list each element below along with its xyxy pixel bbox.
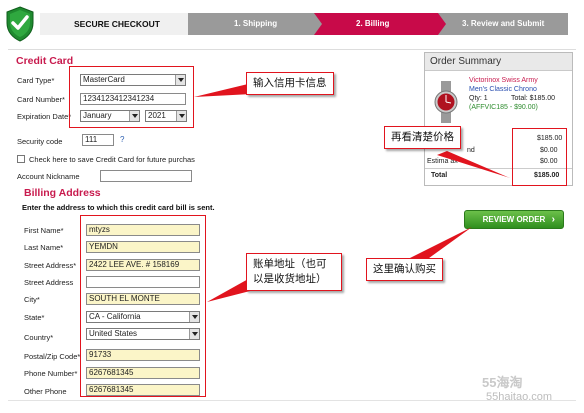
arrow-card-info (194, 84, 252, 97)
price-highlight (512, 128, 567, 186)
arrow-right-icon: › (551, 214, 555, 225)
city-label: City* (24, 295, 40, 304)
product-total: Total: $185.00 (511, 95, 555, 102)
country-label: Country* (24, 333, 54, 342)
shipping-label: nd (467, 147, 475, 154)
step-review-submit[interactable]: 3. Review and Submit (438, 13, 568, 35)
expiration-label: Expiration Date* (17, 112, 72, 121)
total-label: Total (431, 172, 448, 179)
step-billing[interactable]: 2. Billing (314, 13, 438, 35)
step-shipping[interactable]: 1. Shipping (188, 13, 314, 35)
security-help-link[interactable]: ? (120, 135, 124, 144)
nickname-label: Account Nickname (17, 172, 80, 181)
card-number-label: Card Number* (17, 95, 65, 104)
callout-card-info: 输入信用卡信息 (246, 72, 334, 95)
checkout-steps: SECURE CHECKOUT 1. Shipping 2. Billing 3… (40, 13, 568, 35)
callout-price-check: 再看清楚价格 (384, 126, 461, 149)
save-card-label: Check here to save Credit Card for futur… (29, 155, 195, 164)
secure-checkout-title: SECURE CHECKOUT (40, 13, 188, 35)
phone-number-label: Phone Number* (24, 369, 78, 378)
save-card-checkbox[interactable] (17, 155, 25, 163)
review-order-button[interactable]: REVIEW ORDER › (464, 210, 564, 229)
checkout-header: SECURE CHECKOUT 1. Shipping 2. Billing 3… (0, 0, 584, 48)
last-name-label: Last Name* (24, 243, 64, 252)
secure-shield-icon (6, 6, 34, 42)
order-summary-header: Order Summary (425, 53, 572, 71)
billing-highlight (80, 215, 206, 397)
product-code: (AFFVIC185 - $90.00) (469, 104, 538, 111)
watermark-brand: 55海淘 (482, 375, 523, 390)
nickname-input[interactable] (100, 170, 192, 182)
callout-billing-address: 账单地址（也可以是收货地址） (246, 253, 342, 291)
tax-label: Estima ax (427, 158, 458, 165)
card-info-highlight (69, 66, 194, 128)
security-code-label: Security code (17, 137, 63, 146)
watch-product-icon (434, 81, 458, 123)
credit-card-title: Credit Card (16, 55, 74, 67)
postal-code-label: Postal/Zip Code* (24, 352, 81, 361)
first-name-label: First Name* (24, 226, 64, 235)
product-qty: Qty: 1 (469, 95, 488, 102)
security-code-input[interactable]: 111 (82, 134, 114, 146)
header-divider (8, 49, 576, 50)
state-label: State* (24, 313, 45, 322)
watermark-site: 55haitao.com (486, 391, 553, 403)
other-phone-label: Other Phone (24, 387, 67, 396)
street-address-2-label: Street Address (24, 278, 74, 287)
product-brand[interactable]: Victorinox Swiss Army (469, 77, 538, 84)
card-type-label: Card Type* (17, 76, 55, 85)
billing-note: Enter the address to which this credit c… (22, 203, 215, 212)
billing-address-title: Billing Address (24, 187, 101, 199)
product-name[interactable]: Men's Classic Chrono (469, 86, 537, 93)
street-address-label: Street Address* (24, 261, 77, 270)
callout-confirm: 这里确认购买 (366, 258, 443, 281)
